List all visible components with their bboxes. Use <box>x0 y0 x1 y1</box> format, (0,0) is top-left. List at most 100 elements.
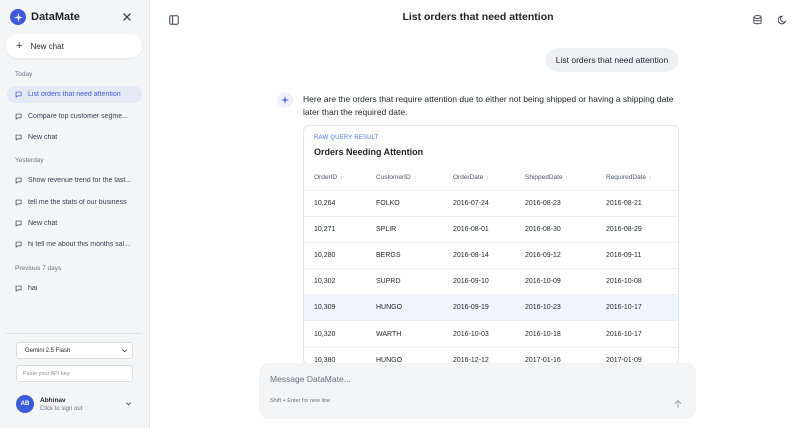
sign-out-hint: Click to sign out <box>40 405 83 412</box>
chat-item-label: List orders that need attention <box>28 91 121 98</box>
table-cell: 2016-08-14 <box>453 242 525 270</box>
table-cell: 2016-10-18 <box>525 320 606 348</box>
sort-icon: ↕ <box>413 175 417 182</box>
section-label: Yesterday <box>15 157 44 164</box>
sidebar: DataMate + New chat Today List orders tha… <box>0 0 150 428</box>
table-cell: 2016-10-17 <box>606 294 678 322</box>
sort-icon: ↕ <box>649 175 652 182</box>
datamate-logo-icon <box>10 9 26 25</box>
close-sidebar-icon[interactable] <box>122 12 132 22</box>
new-chat-button[interactable]: + New chat <box>6 34 142 58</box>
plus-icon: + <box>16 40 23 52</box>
table-cell: BERGS <box>376 242 453 270</box>
page-title: List orders that need attention <box>402 11 554 23</box>
sidebar-chat-item[interactable]: Show revenue trend for the last... <box>7 172 142 189</box>
table-cell: 2016-10-08 <box>606 268 678 296</box>
table-cell: 2016-08-21 <box>606 190 678 217</box>
column-header[interactable]: ShippedDate ↕ <box>525 166 606 191</box>
chat-bubble-icon <box>15 285 28 292</box>
chat-item-label: Compare top customer segme... <box>28 113 128 120</box>
table-row: 10,309 HUNGO 2016-09-19 2016-10-23 2016-10-1… <box>304 294 678 322</box>
table-cell: 10,320 <box>304 320 376 348</box>
send-arrow-icon[interactable] <box>673 396 683 408</box>
table-cell: 2016-09-11 <box>606 242 678 270</box>
chat-item-label: Show revenue trend for the last... <box>28 177 132 184</box>
sort-icon: ↕ <box>340 175 343 182</box>
chat-item-label: hai <box>28 285 38 292</box>
chat-bubble-icon <box>15 241 28 248</box>
table-row: 10,302 SUPRD 2016-09-10 2016-10-09 2016-10-0… <box>304 268 678 296</box>
moon-icon[interactable] <box>777 12 788 25</box>
query-result-card: RAW QUERY RESULT Orders Needing Attentio… <box>303 125 679 365</box>
assistant-message: Here are the orders that require attenti… <box>303 94 674 117</box>
app-window: DataMate + New chat Today List orders tha… <box>0 0 806 428</box>
table-cell: 2016-08-30 <box>525 216 606 243</box>
table-cell: HUNGO <box>376 294 453 322</box>
user-message: List orders that need attention <box>546 48 678 72</box>
sidebar-chat-item[interactable]: tell me the stats of our business <box>7 194 142 211</box>
chat-item-label: New chat <box>28 134 58 141</box>
table-cell: 2016-10-03 <box>453 320 525 348</box>
main-panel: List orders that need attention List ord… <box>150 0 806 428</box>
sidebar-chat-item[interactable]: hi tell me about this months sal... <box>7 236 142 253</box>
message-input[interactable] <box>270 372 650 386</box>
assistant-icon <box>277 92 293 108</box>
table-cell: 2016-08-29 <box>606 216 678 243</box>
chat-bubble-icon <box>15 134 28 141</box>
user-info: Abhinav Click to sign out <box>40 397 82 412</box>
table-row: 10,271 SPLIR 2016-08-01 2016-08-30 2016-08-2… <box>304 216 678 243</box>
api-key-input[interactable] <box>16 365 133 382</box>
sidebar-chat-item[interactable]: New chat <box>7 215 142 232</box>
sidebar-chat-item[interactable]: hai <box>7 280 142 297</box>
sort-icon: ↕ <box>486 175 489 182</box>
table-cell: 10,302 <box>304 268 376 296</box>
user-account[interactable]: AB Abhinav Click to sign out <box>16 393 134 415</box>
chat-bubble-icon <box>15 199 28 206</box>
avatar: AB <box>16 395 34 413</box>
table-cell: FOLKO <box>376 190 453 217</box>
table-cell: 2016-09-19 <box>453 294 525 322</box>
table-body: 10,264 FOLKO 2016-07-24 2016-08-23 2016-08-2… <box>304 190 678 364</box>
table-cell: 10,264 <box>304 190 376 217</box>
table-row: 10,264 FOLKO 2016-07-24 2016-08-23 2016-08-2… <box>304 190 678 217</box>
chevron-down-icon <box>126 402 131 406</box>
message-composer: Shift + Enter for new line <box>259 363 696 419</box>
sidebar-chat-item[interactable]: Compare top customer segme... <box>7 108 142 125</box>
column-header[interactable]: OrderDate ↕ <box>453 166 525 191</box>
table-cell: 2016-08-01 <box>453 216 525 243</box>
database-icon[interactable] <box>753 12 762 25</box>
chat-item-label: tell me the stats of our business <box>28 199 127 206</box>
chevron-down-icon <box>122 349 127 353</box>
result-kicker: RAW QUERY RESULT <box>314 135 379 141</box>
column-header-label: OrderID <box>314 174 338 182</box>
column-header[interactable]: CustomerID ↕ <box>376 166 453 191</box>
new-chat-label: New chat <box>30 41 64 51</box>
table-cell: 2016-08-23 <box>525 190 606 217</box>
user-name: Abhinav <box>40 396 66 404</box>
brand: DataMate <box>10 9 80 25</box>
chat-item-label: New chat <box>28 220 58 227</box>
model-select[interactable]: Gemini 2.5 Flash <box>16 342 133 359</box>
sort-icon: ↕ <box>565 175 569 182</box>
table-cell: 2016-10-09 <box>525 268 606 296</box>
table-cell: 2016-09-12 <box>525 242 606 270</box>
sidebar-chat-item[interactable]: New chat <box>7 129 142 146</box>
column-header[interactable]: OrderID ↕ <box>304 166 376 191</box>
table-cell: 10,280 <box>304 242 376 270</box>
table-header-row: OrderID ↕ CustomerID ↕ OrderDate ↕ ShippedDate… <box>304 166 678 191</box>
column-header-label: RequiredDate <box>606 174 647 182</box>
result-table: OrderID ↕ CustomerID ↕ OrderDate ↕ ShippedDate… <box>304 166 678 364</box>
model-select-value: Gemini 2.5 Flash <box>25 347 71 354</box>
column-header-label: CustomerID <box>376 174 411 182</box>
sidebar-divider <box>6 333 142 334</box>
section-label: Today <box>15 71 33 78</box>
table-cell: 2016-10-23 <box>525 294 606 322</box>
chat-bubble-icon <box>15 177 28 184</box>
sidebar-chat-item[interactable]: List orders that need attention <box>7 86 142 103</box>
table-cell: 2016-10-17 <box>606 320 678 348</box>
table-cell: 10,271 <box>304 216 376 243</box>
table-cell: SUPRD <box>376 268 453 296</box>
table-row: 10,320 WARTH 2016-10-03 2016-10-18 2016-10-1… <box>304 320 678 348</box>
column-header[interactable]: RequiredDate ↕ <box>606 166 678 191</box>
chat-bubble-icon <box>15 91 28 98</box>
